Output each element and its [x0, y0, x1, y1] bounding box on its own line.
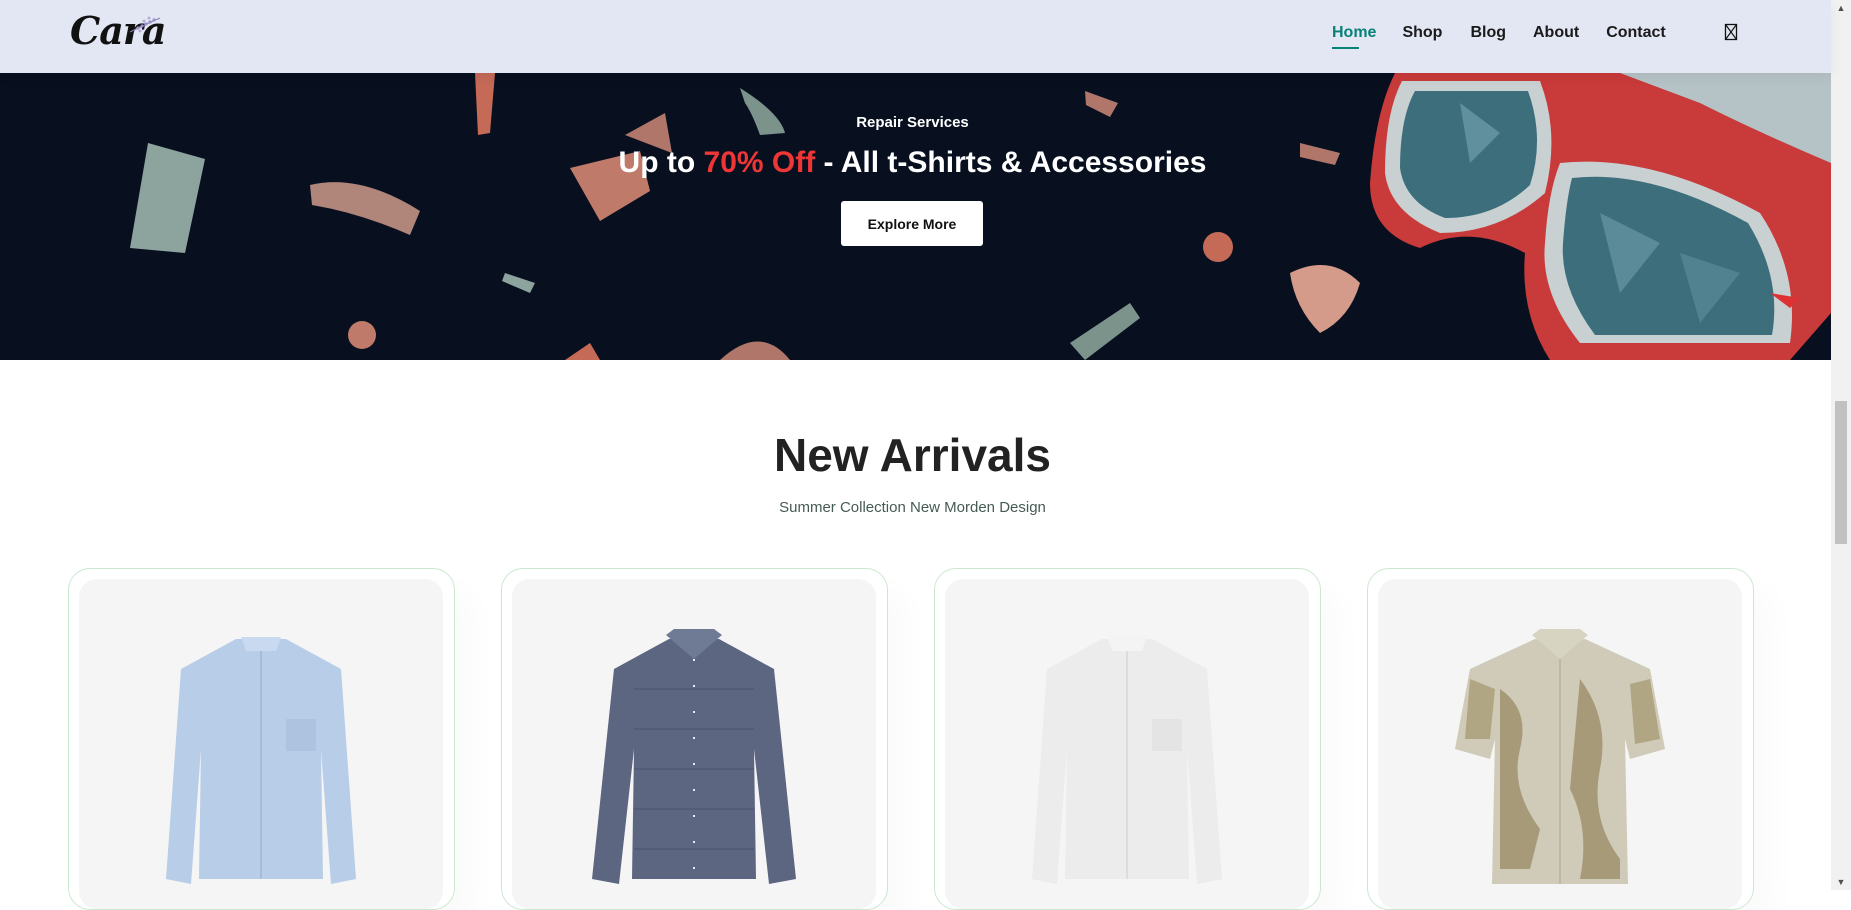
product-image-printed-short-sleeve-shirt[interactable]: [1378, 579, 1742, 909]
product-card[interactable]: [501, 568, 888, 910]
product-image-navy-check-shirt[interactable]: [512, 579, 876, 909]
vertical-scrollbar[interactable]: ▲ ▼: [1831, 0, 1851, 890]
product-image-white-shirt[interactable]: [945, 579, 1309, 909]
product-card[interactable]: [68, 568, 455, 910]
banner-subtitle: Repair Services: [856, 114, 969, 131]
scroll-up-arrow-icon[interactable]: ▲: [1831, 0, 1851, 16]
nav-about[interactable]: About: [1533, 24, 1579, 42]
banner-title-highlight: 70% Off: [703, 146, 816, 179]
product-image-light-blue-shirt[interactable]: [79, 579, 443, 909]
nav-shop[interactable]: Shop: [1402, 24, 1442, 42]
main-nav: Home Shop Blog About Contact: [1332, 24, 1666, 49]
banner-title-suffix: - All t-Shirts & Accessories: [815, 146, 1207, 179]
section-title: New Arrivals: [774, 429, 1051, 481]
nav-contact[interactable]: Contact: [1606, 24, 1666, 42]
product-card[interactable]: [934, 568, 1321, 910]
section-subtitle: Summer Collection New Morden Design: [779, 499, 1046, 516]
nav-home[interactable]: Home: [1332, 24, 1376, 49]
site-header: Cara Home Shop Blog About Contact: [0, 0, 1831, 73]
shopping-bag-icon[interactable]: [1724, 23, 1738, 41]
product-card[interactable]: [1367, 568, 1754, 910]
lavender-sprig-icon: [129, 16, 161, 33]
nav-blog[interactable]: Blog: [1470, 24, 1506, 42]
explore-more-button[interactable]: Explore More: [841, 201, 983, 246]
shirt-icon: [1455, 629, 1665, 884]
scroll-down-arrow-icon[interactable]: ▼: [1831, 874, 1851, 890]
banner-title: Up to 70% Off - All t-Shirts & Accessori…: [0, 146, 1825, 180]
banner-title-prefix: Up to: [618, 146, 704, 179]
shirt-icon: [1032, 635, 1222, 884]
shirt-icon: [166, 637, 356, 884]
promo-banner: Repair Services Up to 70% Off - All t-Sh…: [0, 73, 1831, 360]
scrollbar-thumb[interactable]: [1835, 401, 1847, 544]
shirt-icon: [592, 629, 796, 884]
